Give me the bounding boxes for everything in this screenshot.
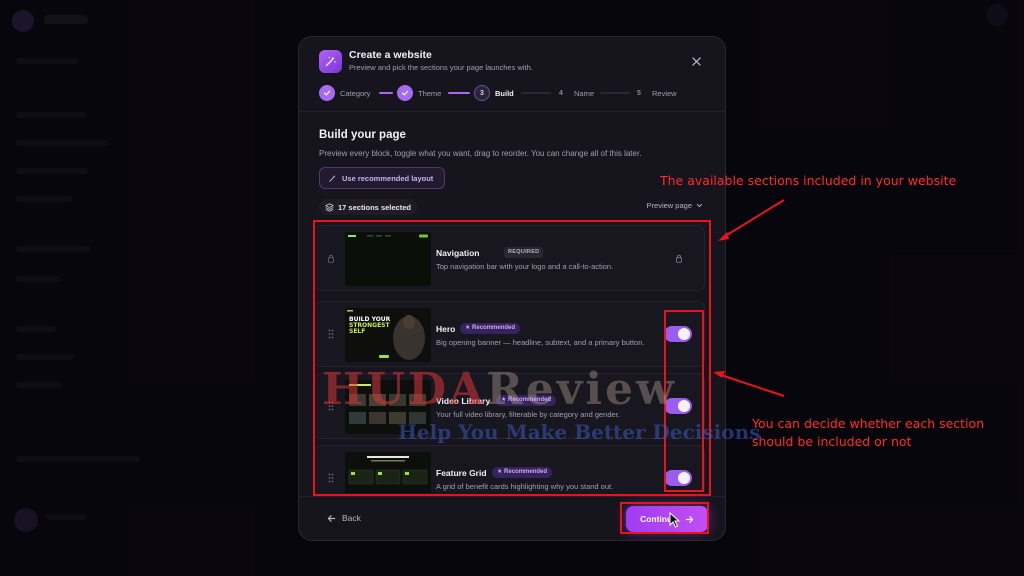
- toggle-annotation-line1: You can decide whether each section: [752, 416, 985, 431]
- annotation-arrows: [713, 199, 785, 397]
- mouse-cursor-icon: [669, 512, 681, 528]
- watermark-tagline: Help You Make Better Decisions: [398, 420, 761, 444]
- toggle-annotation-line2: should be included or not: [752, 434, 912, 449]
- watermark-brand: HUDAReview: [322, 364, 677, 415]
- sections-annotation: The available sections included in your …: [660, 173, 957, 188]
